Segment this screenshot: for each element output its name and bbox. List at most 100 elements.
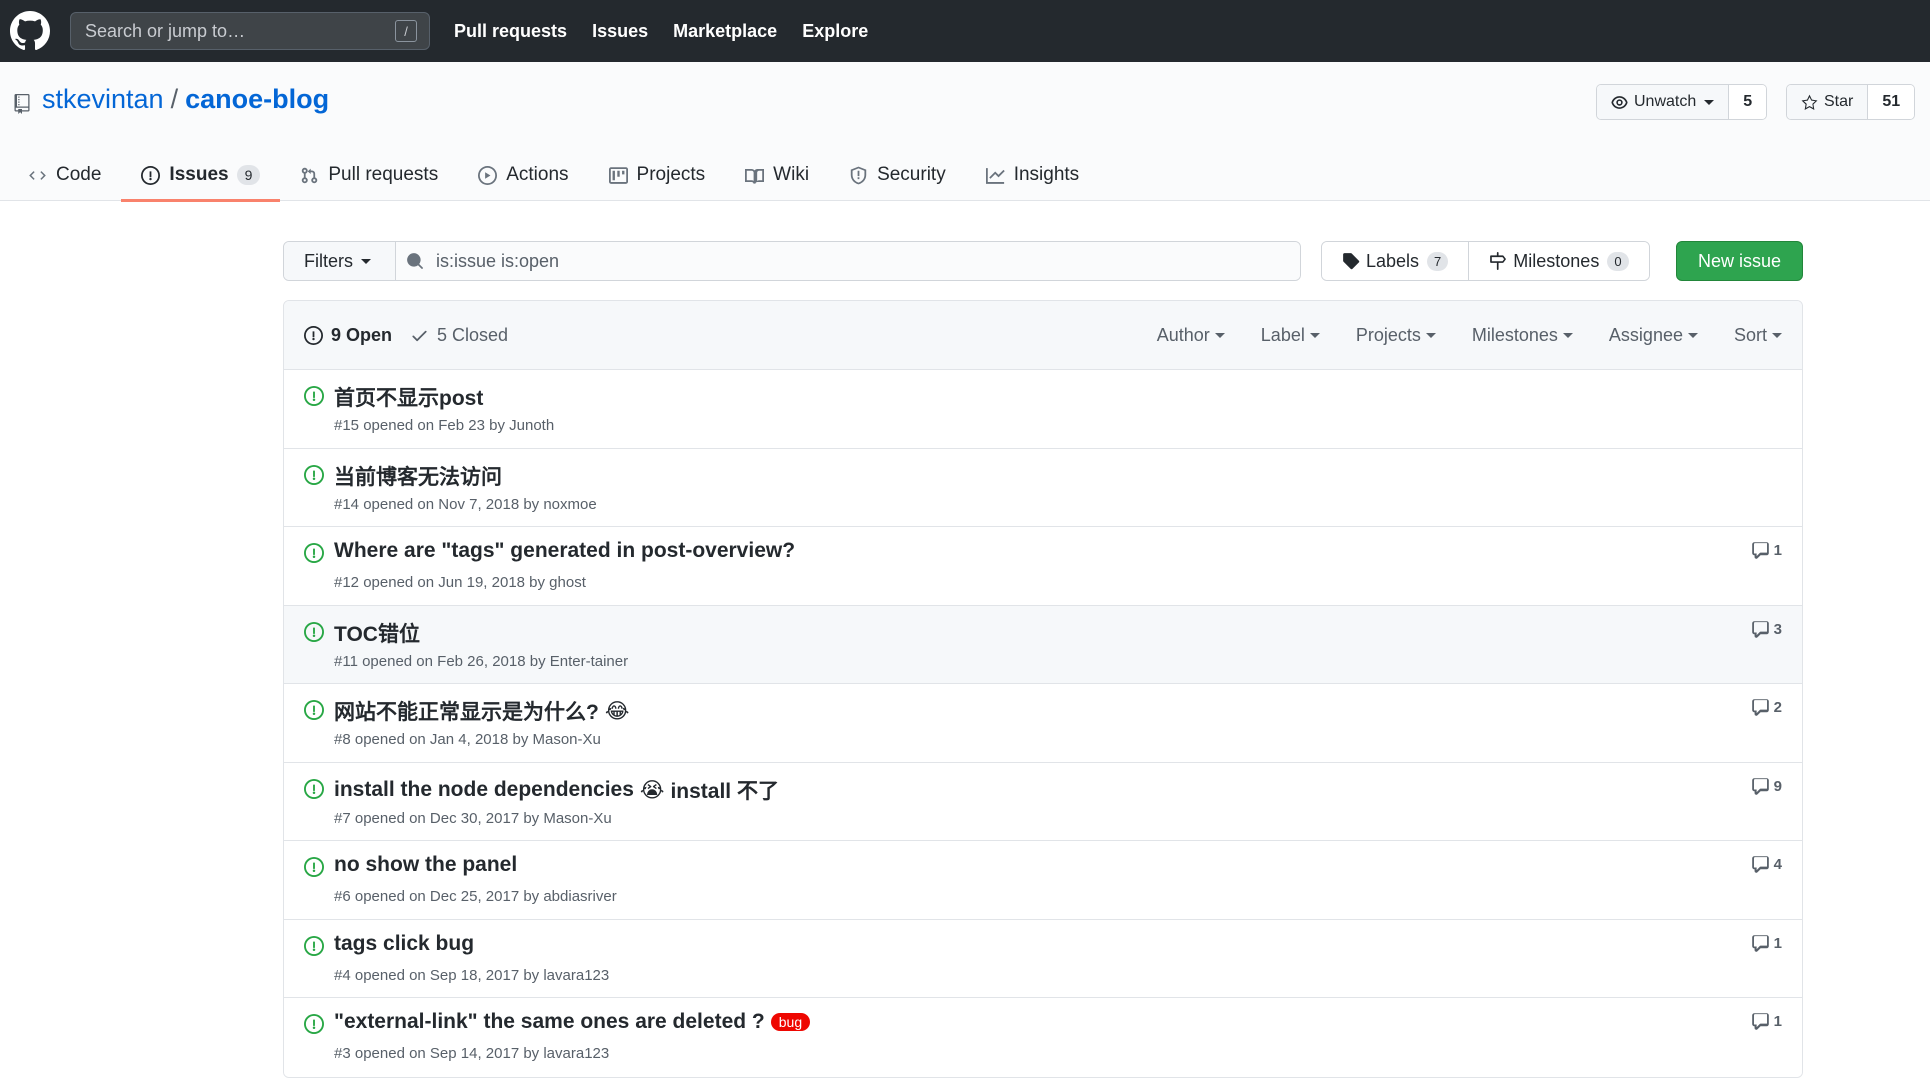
repo-icon [14, 90, 30, 114]
labels-milestones-group: Labels 7 Milestones 0 [1321, 241, 1650, 281]
tab-label: Issues [169, 164, 229, 185]
issue-comments-link[interactable]: 4 [1751, 855, 1782, 874]
star-label: Star [1824, 93, 1854, 110]
filters-label: Filters [304, 250, 353, 271]
milestones-link[interactable]: Milestones 0 [1468, 242, 1649, 280]
tab-code[interactable]: Code [28, 149, 119, 201]
issue-opened-icon [304, 935, 324, 956]
issue-title-link[interactable]: Where are "tags" generated in post-overv… [334, 539, 795, 563]
issue-comments-link[interactable]: 3 [1751, 620, 1782, 639]
shield-icon [850, 166, 867, 184]
nav-explore[interactable]: Explore [802, 21, 868, 41]
issue-row[interactable]: "external-link" the same ones are delete… [284, 998, 1802, 1077]
issue-title-link[interactable]: TOC错位 [334, 618, 420, 648]
issue-row[interactable]: tags click bug #4 opened on Sep 18, 2017 … [284, 919, 1802, 998]
repo-header: stkevintan / canoe-blog Unwatch 5 Star 5… [0, 62, 1930, 202]
issues-list: 9 Open 5 Closed Author Label Projects Mi… [283, 300, 1803, 1078]
milestones-label: Milestones [1471, 325, 1558, 345]
issue-meta: #12 opened on Jun 19, 2018 by ghost [334, 574, 586, 591]
nav-pull-requests[interactable]: Pull requests [454, 21, 567, 41]
graph-icon [985, 167, 1005, 184]
issue-title-text: 网站不能正常显示是为什么? [334, 701, 599, 724]
chevron-down-icon [1772, 333, 1782, 338]
issue-row[interactable]: 网站不能正常显示是为什么? 😂 #8 opened on Jan 4, 2018 b… [284, 684, 1802, 763]
issue-title-text: 首页不显示post [334, 387, 484, 410]
issue-opened-icon [304, 1014, 324, 1034]
tab-pull-requests[interactable]: Pull requests [300, 149, 456, 201]
repo-owner-link[interactable]: stkevintan [42, 84, 164, 115]
issue-title-link[interactable]: 网站不能正常显示是为什么? 😂 [334, 696, 629, 726]
tab-projects[interactable]: Projects [608, 149, 724, 201]
issue-row[interactable]: no show the panel #6 opened on Dec 25, 20… [284, 841, 1802, 920]
issue-row[interactable]: install the node dependencies 😭 install 不了… [284, 762, 1802, 841]
search-placeholder: Search or jump to… [85, 20, 246, 41]
eye-icon [1611, 95, 1628, 109]
tab-insights[interactable]: Insights [985, 149, 1097, 201]
global-nav: Pull requests Issues Marketplace Explore [454, 21, 888, 42]
github-logo-icon[interactable] [10, 11, 50, 51]
issue-title-link[interactable]: tags click bug [334, 932, 474, 956]
nav-marketplace[interactable]: Marketplace [673, 21, 777, 41]
issue-comments-link[interactable]: 2 [1751, 698, 1782, 717]
star-button[interactable]: Star [1787, 85, 1869, 119]
issue-row[interactable]: 首页不显示post #15 opened on Feb 23 by Junoth [284, 370, 1802, 449]
issues-counter: 9 [236, 165, 261, 185]
issue-comments-link[interactable]: 1 [1751, 1012, 1782, 1031]
issue-title-link[interactable]: install the node dependencies 😭 install 不了 [334, 775, 779, 805]
issue-title-text: install the node dependencies [334, 777, 634, 801]
assignee-dropdown[interactable]: Assignee [1609, 325, 1698, 346]
open-issues-filter[interactable]: 9 Open [304, 325, 392, 346]
issue-comments-link[interactable]: 1 [1751, 541, 1782, 560]
issues-search-input[interactable]: is:issue is:open [396, 242, 1300, 280]
filters-dropdown-button[interactable]: Filters [284, 242, 396, 280]
author-dropdown[interactable]: Author [1157, 325, 1225, 346]
stargazers-count[interactable]: 51 [1868, 85, 1915, 119]
comment-icon [1751, 855, 1774, 874]
unwatch-button[interactable]: Unwatch [1597, 85, 1730, 119]
chevron-down-icon [1214, 333, 1225, 338]
issue-label-badge[interactable]: bug [770, 1013, 811, 1031]
issue-comments-link[interactable]: 1 [1751, 934, 1782, 953]
issue-meta: #8 opened on Jan 4, 2018 by Mason-Xu [334, 731, 601, 748]
issue-comments-link[interactable]: 9 [1751, 777, 1782, 796]
issue-title-link[interactable]: no show the panel [334, 853, 517, 877]
repo-title: stkevintan / canoe-blog [14, 84, 329, 115]
tab-wiki[interactable]: Wiki [745, 149, 827, 201]
issue-opened-icon [304, 464, 324, 485]
global-search-input[interactable]: Search or jump to… / [70, 12, 430, 50]
issue-meta: #15 opened on Feb 23 by Junoth [334, 417, 555, 434]
repo-name-link[interactable]: canoe-blog [185, 84, 329, 115]
issue-row[interactable]: Where are "tags" generated in post-overv… [284, 527, 1802, 606]
tab-actions[interactable]: Actions [478, 149, 586, 201]
closed-issues-filter[interactable]: 5 Closed [410, 325, 508, 346]
tab-label: Security [877, 164, 946, 185]
issue-meta: #4 opened on Sep 18, 2017 by lavara123 [334, 966, 610, 984]
comment-count: 9 [1773, 777, 1782, 795]
projects-label: Projects [1355, 325, 1421, 345]
tab-security[interactable]: Security [849, 149, 964, 201]
issue-title-link[interactable]: "external-link" the same ones are delete… [334, 1010, 811, 1034]
nav-issues[interactable]: Issues [592, 21, 648, 41]
sort-dropdown[interactable]: Sort [1734, 325, 1782, 346]
comment-icon [1751, 620, 1774, 639]
issue-opened-icon [304, 621, 324, 642]
new-issue-button[interactable]: New issue [1676, 241, 1803, 281]
issue-meta: #6 opened on Dec 25, 2017 by abdiasriver [334, 888, 617, 905]
repo-tabs: Code Issues 9 Pull requests Actions Proj… [28, 149, 1119, 202]
issue-title-link[interactable]: 首页不显示post [334, 382, 483, 412]
watchers-count[interactable]: 5 [1729, 85, 1767, 119]
tab-label: Insights [1013, 164, 1080, 185]
issue-title-text: "external-link" the same ones are delete… [334, 1010, 765, 1033]
issue-row[interactable]: 当前博客无法访问 #14 opened on Nov 7, 2018 by nox… [284, 448, 1802, 527]
search-icon [407, 253, 423, 269]
issues-list-header: 9 Open 5 Closed Author Label Projects Mi… [284, 301, 1802, 370]
milestones-dropdown[interactable]: Milestones [1472, 325, 1573, 346]
global-header: Search or jump to… / Pull requests Issue… [0, 0, 1930, 62]
tab-issues[interactable]: Issues 9 [121, 149, 281, 202]
issue-opened-icon [304, 700, 324, 720]
label-dropdown[interactable]: Label [1261, 325, 1320, 346]
issue-row[interactable]: TOC错位 #11 opened on Feb 26, 2018 by Enter… [284, 605, 1802, 684]
projects-dropdown[interactable]: Projects [1356, 325, 1436, 346]
labels-link[interactable]: Labels 7 [1322, 242, 1469, 280]
issue-title-link[interactable]: 当前博客无法访问 [334, 461, 502, 491]
